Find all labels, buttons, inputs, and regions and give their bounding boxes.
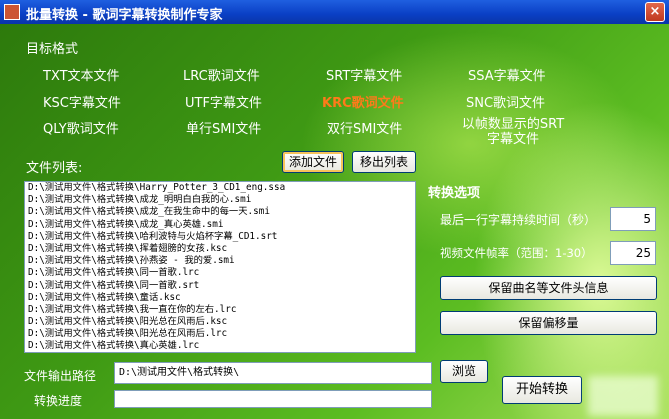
frame-rate-label: 视频文件帧率（范围：1-30）	[440, 246, 593, 260]
format-lrc[interactable]: LRC歌词文件	[183, 65, 260, 84]
list-item[interactable]: D:\测试用文件\格式转换\成龙_在我生命中的每一天.smi	[25, 206, 415, 218]
format-srt[interactable]: SRT字幕文件	[326, 65, 402, 84]
format-krc[interactable]: KRC歌词文件	[322, 92, 404, 111]
format-smi-double[interactable]: 双行SMI文件	[327, 118, 402, 137]
list-item[interactable]: D:\测试用文件\格式转换\挥着翅膀的女孩.ksc	[25, 243, 415, 255]
target-format-label: 目标格式	[26, 42, 79, 57]
format-qly[interactable]: QLY歌词文件	[43, 118, 119, 137]
list-item[interactable]: D:\测试用文件\格式转换\同一首歌.srt	[25, 280, 415, 292]
output-path-input[interactable]: D:\测试用文件\格式转换\	[114, 362, 432, 384]
last-line-duration-label: 最后一行字幕持续时间（秒）	[440, 213, 597, 227]
progress-label: 转换进度	[34, 394, 83, 408]
list-item[interactable]: D:\测试用文件\格式转换\阳光总在风雨后.ksc	[25, 316, 415, 328]
format-ssa[interactable]: SSA字幕文件	[468, 65, 546, 84]
list-item[interactable]: D:\测试用文件\格式转换\我一直在你的左右.lrc	[25, 304, 415, 316]
close-button[interactable]: ×	[645, 2, 665, 22]
last-line-duration-input[interactable]: 5	[610, 207, 656, 231]
title-bar[interactable]: 批量转换 - 歌词字幕转换制作专家 ×	[0, 0, 669, 24]
list-item[interactable]: D:\测试用文件\格式转换\Harry_Potter_3_CD1_eng.ssa	[25, 182, 415, 194]
conversion-progress-bar	[114, 390, 432, 408]
frame-rate-input[interactable]: 25	[610, 241, 656, 265]
list-item[interactable]: D:\测试用文件\格式转换\孙燕姿 - 我的爱.smi	[25, 255, 415, 267]
browse-button[interactable]: 浏览	[440, 360, 488, 383]
keep-offset-button[interactable]: 保留偏移量	[440, 311, 657, 335]
list-item[interactable]: D:\测试用文件\格式转换\成龙_真心英雄.smi	[25, 219, 415, 231]
conversion-options-title: 转换选项	[428, 186, 481, 201]
format-smi-single[interactable]: 单行SMI文件	[186, 118, 261, 137]
format-txt[interactable]: TXT文本文件	[43, 65, 120, 84]
format-ksc[interactable]: KSC字幕文件	[43, 92, 121, 111]
format-utf[interactable]: UTF字幕文件	[185, 92, 262, 111]
app-icon	[4, 4, 20, 20]
list-item[interactable]: D:\测试用文件\格式转换\童话.ksc	[25, 292, 415, 304]
client-area: 目标格式 TXT文本文件 LRC歌词文件 SRT字幕文件 SSA字幕文件 KSC…	[0, 24, 669, 419]
list-item[interactable]: D:\测试用文件\格式转换\阳光总在风雨后.lrc	[25, 328, 415, 340]
window-title: 批量转换 - 歌词字幕转换制作专家	[26, 8, 223, 23]
format-srt-frames[interactable]: 以帧数显示的SRT字幕文件	[458, 117, 568, 147]
list-item[interactable]: D:\测试用文件\格式转换\同一首歌.lrc	[25, 267, 415, 279]
list-item[interactable]: D:\测试用文件\格式转换\真心英雄.lrc	[25, 340, 415, 352]
batch-convert-window: 批量转换 - 歌词字幕转换制作专家 × 目标格式 TXT文本文件 LRC歌词文件…	[0, 0, 669, 419]
start-convert-button[interactable]: 开始转换	[502, 376, 582, 404]
add-file-button[interactable]: 添加文件	[282, 151, 344, 173]
list-item[interactable]: D:\测试用文件\格式转换\哈利波特与火焰杯字幕_CD1.srt	[25, 231, 415, 243]
obscured-region	[588, 376, 658, 416]
file-listbox[interactable]: D:\测试用文件\格式转换\Harry_Potter_3_CD1_eng.ssa…	[24, 181, 416, 353]
keep-header-info-button[interactable]: 保留曲名等文件头信息	[440, 276, 657, 300]
remove-from-list-button[interactable]: 移出列表	[352, 151, 416, 173]
output-path-label: 文件输出路径	[24, 369, 97, 383]
file-list-label: 文件列表:	[26, 161, 83, 176]
format-snc[interactable]: SNC歌词文件	[466, 92, 545, 111]
list-item[interactable]: D:\测试用文件\格式转换\成龙_明明白白我的心.smi	[25, 194, 415, 206]
